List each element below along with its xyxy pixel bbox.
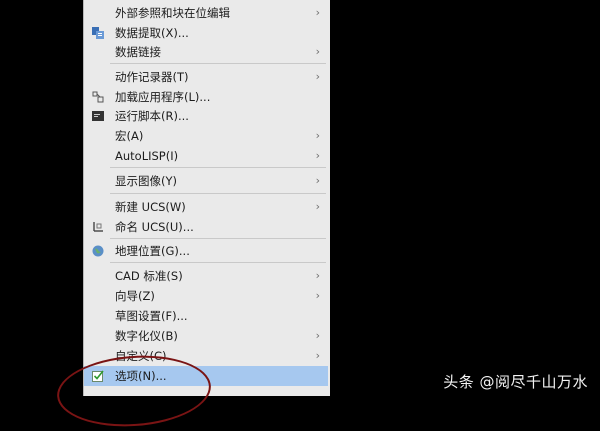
menu-item-data-link[interactable]: 数据链接 › [84, 42, 328, 62]
menu-item-macro[interactable]: 宏(A) › [84, 126, 328, 146]
chevron-right-icon: › [315, 174, 320, 187]
menu-item-label: 宏(A) [115, 129, 144, 143]
chevron-right-icon: › [315, 269, 320, 282]
menu-item-tablet[interactable]: 数字化仪(B) › [84, 326, 328, 346]
menu-separator [110, 167, 326, 168]
menu-item-label: 向导(Z) [115, 289, 155, 303]
menu-item-label: 地理位置(G)... [115, 244, 190, 258]
menu-item-label: 加载应用程序(L)... [115, 90, 211, 104]
menu-item-label: 数据链接 [115, 45, 161, 59]
menu-item-label: CAD 标准(S) [115, 269, 183, 283]
chevron-right-icon: › [315, 149, 320, 162]
menu-item-label: 运行脚本(R)... [115, 109, 189, 123]
menu-item-label: 外部参照和块在位编辑 [115, 6, 230, 20]
menu-item-label: AutoLISP(I) [115, 149, 179, 163]
chevron-right-icon: › [315, 200, 320, 213]
watermark-text: 头条 @阅尽千山万水 [443, 373, 588, 391]
menu-item-new-ucs[interactable]: 新建 UCS(W) › [84, 197, 328, 217]
menu-item-geographic-location[interactable]: 地理位置(G)... [84, 241, 328, 261]
chevron-right-icon: › [315, 70, 320, 83]
menu-separator [110, 238, 326, 239]
load-app-icon [92, 91, 104, 103]
chevron-right-icon: › [315, 6, 320, 19]
menu-item-label: 动作记录器(T) [115, 70, 189, 84]
menu-item-autolisp[interactable]: AutoLISP(I) › [84, 146, 328, 166]
menu-item-drafting-settings[interactable]: 草图设置(F)... [84, 306, 328, 326]
data-extract-icon [92, 27, 104, 39]
script-icon [92, 110, 104, 122]
menu-separator [110, 63, 326, 64]
annotation-circle [54, 350, 214, 431]
chevron-right-icon: › [315, 329, 320, 342]
menu-item-xref-in-place-edit[interactable]: 外部参照和块在位编辑 › [84, 3, 328, 23]
menu-item-label: 新建 UCS(W) [115, 200, 186, 214]
menu-separator [110, 193, 326, 194]
menu-item-label: 草图设置(F)... [115, 309, 188, 323]
chevron-right-icon: › [315, 129, 320, 142]
menu-item-load-application[interactable]: 加载应用程序(L)... [84, 87, 328, 107]
menu-item-wizards[interactable]: 向导(Z) › [84, 286, 328, 306]
menu-item-run-script[interactable]: 运行脚本(R)... [84, 106, 328, 126]
ucs-icon [92, 221, 104, 233]
chevron-right-icon: › [315, 289, 320, 302]
globe-icon [92, 245, 104, 257]
menu-item-named-ucs[interactable]: 命名 UCS(U)... [84, 217, 328, 237]
chevron-right-icon: › [315, 349, 320, 362]
menu-item-label: 数据提取(X)... [115, 26, 189, 40]
menu-item-data-extraction[interactable]: 数据提取(X)... [84, 23, 328, 43]
chevron-right-icon: › [315, 45, 320, 58]
menu-separator [110, 262, 326, 263]
menu-item-display-image[interactable]: 显示图像(Y) › [84, 171, 328, 191]
menu-item-action-recorder[interactable]: 动作记录器(T) › [84, 67, 328, 87]
menu-item-label: 显示图像(Y) [115, 174, 177, 188]
menu-item-label: 命名 UCS(U)... [115, 220, 194, 234]
menu-item-cad-standards[interactable]: CAD 标准(S) › [84, 266, 328, 286]
menu-item-label: 数字化仪(B) [115, 329, 178, 343]
